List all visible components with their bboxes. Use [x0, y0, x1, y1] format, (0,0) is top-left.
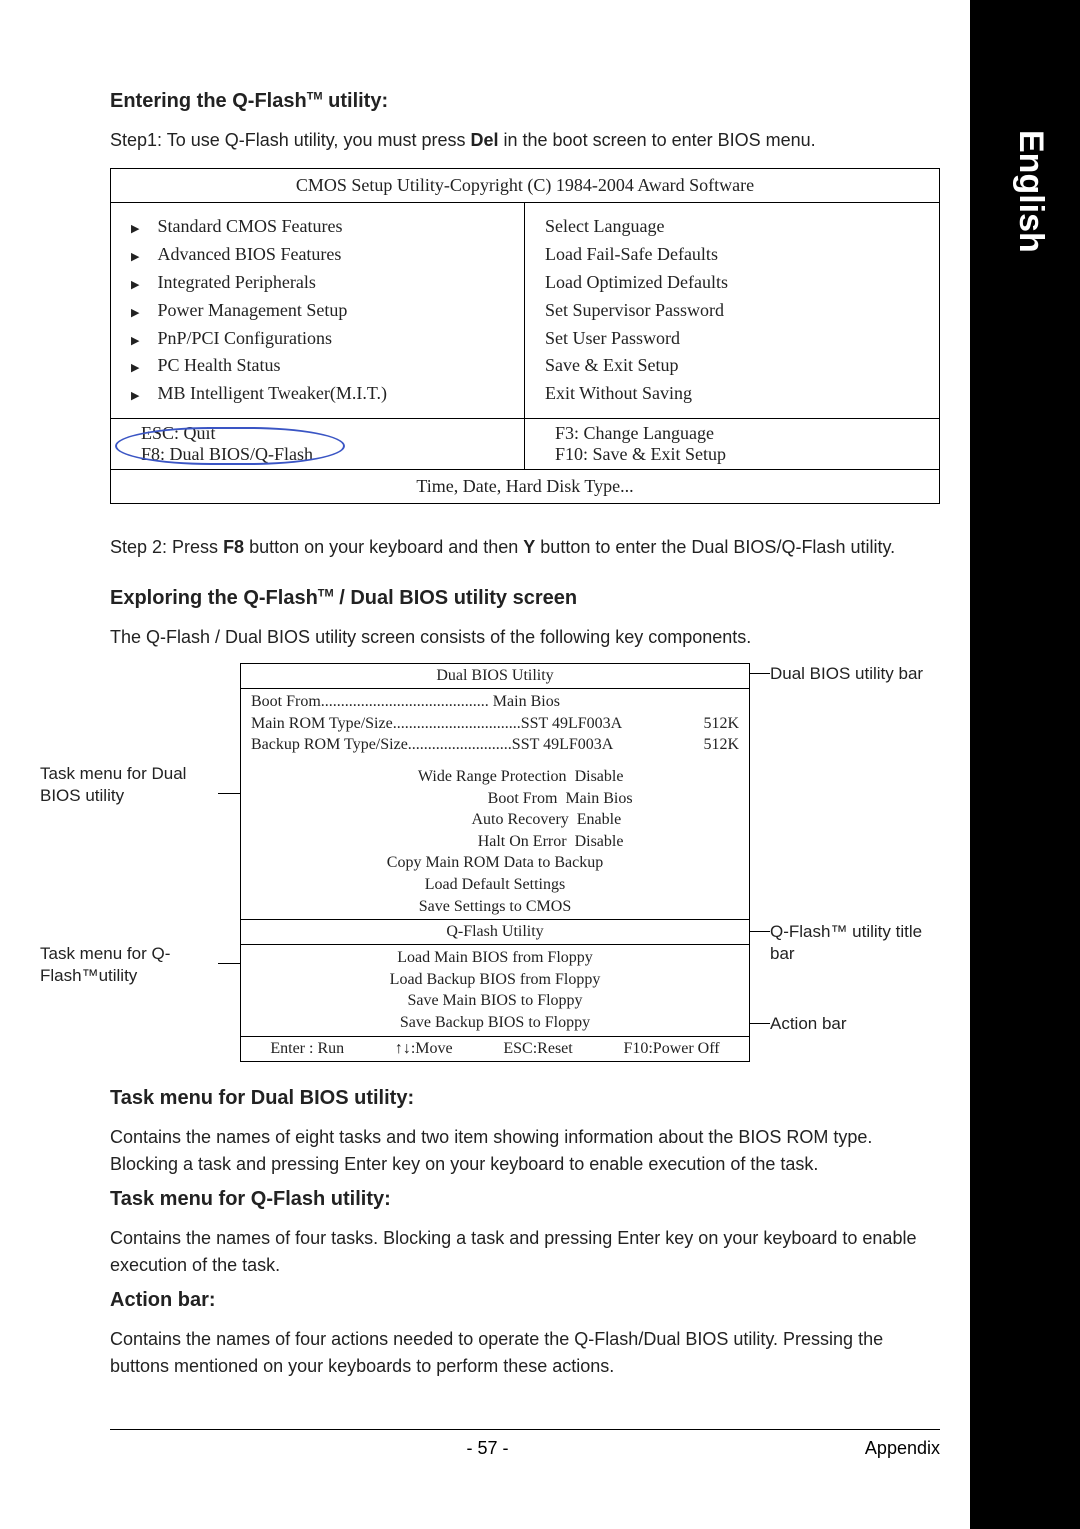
page-footer: - 57 - Appendix — [110, 1429, 940, 1459]
annot-qflash-title: Q-Flash™ utility title bar — [770, 921, 950, 965]
qflash-setting-row[interactable]: Auto Recovery Enable — [251, 809, 739, 831]
step2-key2: Y — [523, 537, 535, 557]
rom1-label: Main ROM Type/Size......................… — [251, 713, 521, 735]
footer-section: Appendix — [865, 1438, 940, 1459]
side-language-label: English — [1011, 130, 1050, 253]
step1-prefix: Step1: To use Q-Flash utility, you must … — [110, 130, 470, 150]
setting-value: Main Bios — [565, 788, 632, 810]
setting-value: Disable — [575, 766, 624, 788]
qflash-task-item[interactable]: Copy Main ROM Data to Backup — [251, 852, 739, 874]
bios-menu-item[interactable]: Set User Password — [545, 325, 919, 353]
heading-text: Entering the Q-Flash — [110, 90, 307, 112]
qflash-action-bar: Enter : Run ↑↓:Move ESC:Reset F10:Power Off — [241, 1036, 749, 1061]
step2-prefix: Step 2: Press — [110, 537, 223, 557]
heading2-prefix: Exploring the Q-Flash — [110, 587, 318, 609]
step2-mid: button on your keyboard and then — [244, 537, 523, 557]
qflash-action-key: F10:Power Off — [623, 1040, 719, 1058]
bios-footer: Time, Date, Hard Disk Type... — [111, 469, 939, 503]
bios-right-column: Select LanguageLoad Fail-Safe DefaultsLo… — [525, 203, 939, 418]
heading2-suffix: / Dual BIOS utility screen — [334, 587, 577, 609]
qflash-box: Dual BIOS Utility Boot From.............… — [240, 663, 750, 1061]
heading-entering-qflash: Entering the Q-FlashTM utility: — [110, 90, 940, 113]
annot-dual-bar: Dual BIOS utility bar — [770, 663, 923, 685]
setting-value: Disable — [575, 831, 624, 853]
setting-key: Halt On Error — [367, 831, 567, 853]
setting-key: Wide Range Protection — [367, 766, 567, 788]
qflash-task-item[interactable]: Load Backup BIOS from Floppy — [251, 969, 739, 991]
bios-menu-item[interactable]: Select Language — [545, 213, 919, 241]
step1-text: Step1: To use Q-Flash utility, you must … — [110, 127, 940, 154]
bios-menu-item[interactable]: Power Management Setup — [131, 297, 504, 325]
main-rom-row: Main ROM Type/Size......................… — [251, 713, 739, 735]
qflash-setting-row[interactable]: Boot From Main Bios — [251, 788, 739, 810]
qflash-task-item[interactable]: Save Main BIOS to Floppy — [251, 990, 739, 1012]
callout-circle-icon — [115, 427, 345, 465]
para-action-bar: Contains the names of four actions neede… — [110, 1326, 940, 1380]
boot-from-label: Boot From...............................… — [251, 691, 489, 713]
bios-menu-item[interactable]: MB Intelligent Tweaker(M.I.T.) — [131, 380, 504, 408]
heading-task-qflash: Task menu for Q-Flash utility: — [110, 1188, 940, 1211]
step1-suffix: in the boot screen to enter BIOS menu. — [499, 130, 816, 150]
qflash-task-item[interactable]: Save Backup BIOS to Floppy — [251, 1012, 739, 1034]
bios-title: CMOS Setup Utility-Copyright (C) 1984-20… — [111, 169, 939, 203]
line-icon — [750, 673, 770, 674]
qflash-task-item[interactable]: Load Default Settings — [251, 874, 739, 896]
setting-value: Enable — [577, 809, 621, 831]
page-number: - 57 - — [466, 1438, 508, 1459]
rom2-value: SST 49LF003A — [512, 734, 614, 756]
line-icon — [750, 931, 770, 932]
rom2-size: 512K — [703, 734, 739, 756]
bios-menu-item[interactable]: Save & Exit Setup — [545, 352, 919, 380]
bios-keys-right: F3: Change Language F10: Save & Exit Set… — [525, 419, 939, 469]
qflash-setting-row[interactable]: Halt On Error Disable — [251, 831, 739, 853]
boot-from-row: Boot From...............................… — [251, 691, 739, 713]
rom1-size: 512K — [703, 713, 739, 735]
bios-key-f3: F3: Change Language — [555, 423, 909, 444]
rom1-value: SST 49LF003A — [521, 713, 623, 735]
rom2-label: Backup ROM Type/Size....................… — [251, 734, 512, 756]
bios-menu-item[interactable]: Integrated Peripherals — [131, 269, 504, 297]
para-task-qflash: Contains the names of four tasks. Blocki… — [110, 1225, 940, 1279]
setting-key: Auto Recovery — [369, 809, 569, 831]
heading-exploring-qflash: Exploring the Q-FlashTM / Dual BIOS util… — [110, 587, 940, 610]
bios-key-f10: F10: Save & Exit Setup — [555, 444, 909, 465]
qflash-action-key: ↑↓:Move — [395, 1040, 453, 1058]
bios-menu-item[interactable]: Load Fail-Safe Defaults — [545, 241, 919, 269]
section2-intro: The Q-Flash / Dual BIOS utility screen c… — [110, 624, 940, 651]
backup-rom-row: Backup ROM Type/Size....................… — [251, 734, 739, 756]
heading-text-suffix: utility: — [323, 90, 389, 112]
annot-task-qflash: Task menu for Q-Flash™utility — [40, 943, 220, 987]
para-task-dual: Contains the names of eight tasks and tw… — [110, 1124, 940, 1178]
bios-menu-item[interactable]: Advanced BIOS Features — [131, 241, 504, 269]
page-content: Entering the Q-FlashTM utility: Step1: T… — [110, 90, 940, 1390]
qflash-title-dual: Dual BIOS Utility — [241, 664, 749, 688]
qflash-action-key: Enter : Run — [270, 1040, 344, 1058]
bios-left-column: Standard CMOS FeaturesAdvanced BIOS Feat… — [111, 203, 525, 418]
bios-menu-item[interactable]: Exit Without Saving — [545, 380, 919, 408]
bios-menu-item[interactable]: PnP/PCI Configurations — [131, 325, 504, 353]
line-icon — [750, 1023, 770, 1024]
annot-task-dual: Task menu for Dual BIOS utility — [40, 763, 220, 807]
boot-from-value: Main Bios — [493, 691, 560, 713]
heading-action-bar: Action bar: — [110, 1289, 940, 1312]
qflash-setting-row[interactable]: Wide Range Protection Disable — [251, 766, 739, 788]
bios-menu-item[interactable]: Load Optimized Defaults — [545, 269, 919, 297]
bios-menu-item[interactable]: Set Supervisor Password — [545, 297, 919, 325]
qflash-diagram: Task menu for Dual BIOS utility Task men… — [110, 663, 940, 1063]
qflash-title-qflash: Q-Flash Utility — [241, 920, 749, 944]
step2-suffix: button to enter the Dual BIOS/Q-Flash ut… — [535, 537, 895, 557]
qflash-task-item[interactable]: Load Main BIOS from Floppy — [251, 947, 739, 969]
qflash-action-key: ESC:Reset — [503, 1040, 572, 1058]
step1-key: Del — [470, 130, 498, 150]
heading-task-dual: Task menu for Dual BIOS utility: — [110, 1087, 940, 1110]
setting-key: Boot From — [357, 788, 557, 810]
annot-action-bar: Action bar — [770, 1013, 847, 1035]
tm-symbol: TM — [307, 90, 323, 102]
tm-symbol: TM — [318, 588, 334, 600]
step2-key1: F8 — [223, 537, 244, 557]
bios-menu-item[interactable]: PC Health Status — [131, 352, 504, 380]
bios-menu-item[interactable]: Standard CMOS Features — [131, 213, 504, 241]
qflash-task-item[interactable]: Save Settings to CMOS — [251, 896, 739, 918]
step2-text: Step 2: Press F8 button on your keyboard… — [110, 534, 940, 561]
